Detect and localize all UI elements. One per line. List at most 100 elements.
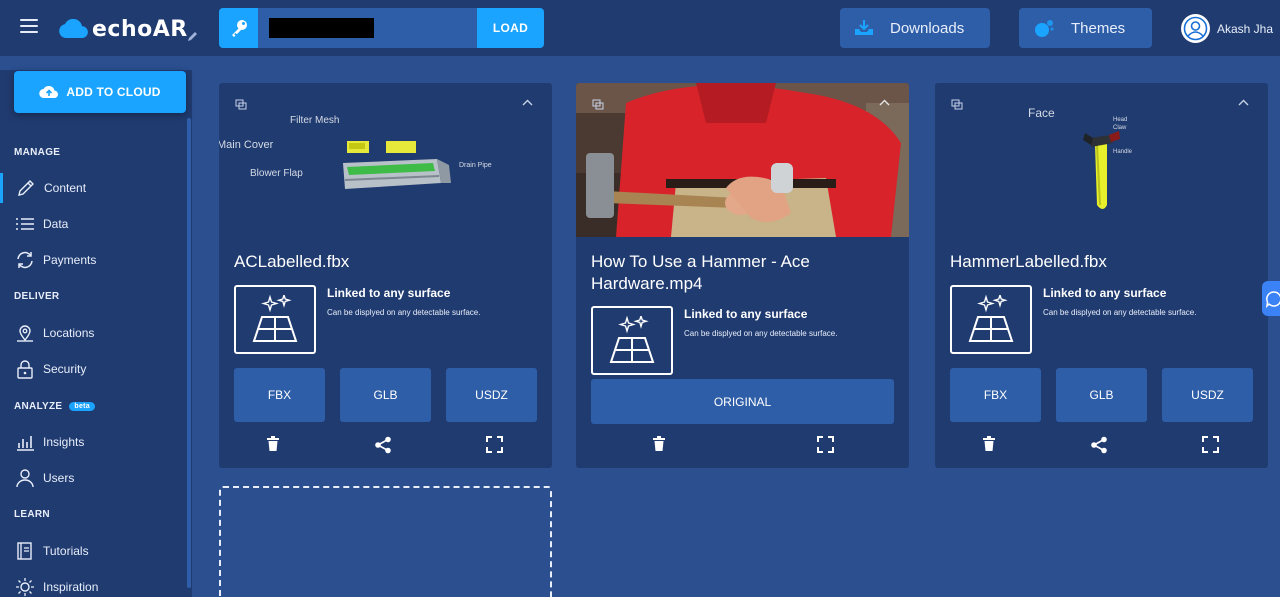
location-pin-icon — [17, 325, 33, 342]
chevron-up-icon[interactable] — [1238, 99, 1249, 107]
surface-title: Linked to any surface — [684, 307, 808, 321]
surface-title: Linked to any surface — [327, 286, 451, 300]
section-deliver: DELIVER — [14, 291, 60, 302]
sidebar-item-label: Tutorials — [43, 544, 89, 558]
ac-model-preview: Filter Mesh Main Cover Blower Flap Drain… — [219, 115, 492, 189]
lock-icon — [17, 360, 33, 379]
glb-button[interactable]: GLB — [340, 368, 431, 422]
original-button[interactable]: ORIGINAL — [591, 379, 894, 424]
chevron-up-icon[interactable] — [522, 99, 533, 107]
usdz-button[interactable]: USDZ — [446, 368, 537, 422]
refresh-cycle-icon — [17, 251, 33, 269]
key-icon — [219, 8, 258, 48]
sidebar-item-inspiration[interactable]: Inspiration — [0, 572, 186, 597]
list-icon — [16, 218, 34, 230]
thumb-label: Handle — [1113, 149, 1133, 155]
downloads-button[interactable]: Downloads — [840, 8, 990, 48]
fbx-button[interactable]: FBX — [234, 368, 325, 422]
sidebar-item-payments[interactable]: Payments — [0, 245, 186, 275]
add-to-cloud-label: ADD TO CLOUD — [66, 85, 161, 99]
surface-description: Can be displyed on any detectable surfac… — [684, 329, 838, 338]
api-key-input[interactable] — [258, 8, 477, 48]
trash-icon[interactable] — [982, 436, 996, 452]
edit-pencil-icon[interactable] — [187, 30, 199, 42]
thumb-label: Face — [1028, 106, 1055, 120]
thumb-label: Claw — [1113, 125, 1127, 131]
load-button[interactable]: LOAD — [477, 8, 544, 48]
sidebar-item-label: Locations — [43, 326, 95, 340]
sidebar-item-users[interactable]: Users — [0, 463, 186, 493]
sidebar-item-data[interactable]: Data — [0, 209, 186, 239]
redacted-key — [269, 18, 374, 38]
upload-dropzone[interactable] — [219, 486, 552, 597]
asset-card: Face Head Claw Handle HammerLabelled.fbx… — [935, 83, 1268, 468]
user-icon — [16, 469, 34, 488]
sidebar-item-insights[interactable]: Insights — [0, 427, 186, 457]
fullscreen-icon[interactable] — [1202, 436, 1219, 453]
beta-badge: beta — [69, 402, 95, 411]
asset-title: HammerLabelled.fbx — [950, 252, 1107, 271]
thumb-label: Drain Pipe — [459, 162, 492, 169]
asset-thumbnail[interactable] — [576, 83, 909, 237]
thumb-label: Blower Flap — [250, 168, 303, 179]
sidebar-item-security[interactable]: Security — [0, 354, 186, 384]
user-name: Akash Jha — [1217, 21, 1274, 36]
avatar-icon — [1181, 14, 1210, 43]
lightbulb-icon — [16, 578, 34, 596]
add-to-cloud-button[interactable]: ADD TO CLOUD — [14, 71, 186, 113]
asset-thumbnail[interactable]: Filter Mesh Main Cover Blower Flap Drain… — [219, 83, 552, 237]
sidebar-item-label: Insights — [43, 435, 85, 449]
book-icon — [17, 542, 32, 560]
sidebar-scrollbar[interactable] — [187, 118, 191, 588]
chevron-up-icon[interactable] — [879, 99, 890, 107]
thumb-label: Main Cover — [219, 139, 274, 151]
themes-button[interactable]: Themes — [1019, 8, 1152, 48]
fullscreen-icon[interactable] — [817, 436, 834, 453]
surface-plane-icon — [591, 306, 673, 375]
sidebar-item-label: Payments — [43, 253, 97, 267]
surface-description: Can be displyed on any detectable surfac… — [1043, 308, 1197, 317]
pencil-icon — [18, 180, 34, 196]
sidebar-item-label: Content — [44, 181, 87, 195]
copy-icon[interactable] — [592, 99, 604, 111]
sidebar-item-content[interactable]: Content — [0, 173, 186, 203]
palette-icon — [1035, 20, 1054, 37]
chat-support-button[interactable] — [1262, 281, 1280, 316]
api-key-field: LOAD — [219, 8, 544, 48]
copy-icon[interactable] — [951, 99, 963, 111]
thumb-label: Filter Mesh — [290, 115, 339, 126]
share-icon[interactable] — [1090, 436, 1108, 454]
sidebar-item-tutorials[interactable]: Tutorials — [0, 536, 186, 566]
menu-icon[interactable] — [20, 19, 38, 33]
section-learn: LEARN — [14, 509, 50, 520]
sidebar-item-label: Inspiration — [43, 580, 99, 594]
section-analyze: ANALYZE beta — [14, 401, 95, 412]
asset-card: How To Use a Hammer - Ace Hardware.mp4 L… — [576, 83, 909, 468]
themes-label: Themes — [1071, 19, 1126, 37]
video-preview — [576, 83, 909, 237]
brand-logo[interactable]: echoAR — [58, 14, 188, 44]
cloud-upload-icon — [39, 86, 59, 99]
sidebar-item-label: Users — [43, 471, 75, 485]
usdz-button[interactable]: USDZ — [1162, 368, 1253, 422]
asset-thumbnail[interactable]: Face Head Claw Handle — [935, 83, 1268, 237]
glb-button[interactable]: GLB — [1056, 368, 1147, 422]
surface-title: Linked to any surface — [1043, 286, 1167, 300]
bar-chart-icon — [17, 436, 34, 451]
trash-icon[interactable] — [652, 436, 666, 452]
sidebar-item-label: Security — [43, 362, 87, 376]
asset-title: How To Use a Hammer - Ace Hardware.mp4 — [591, 252, 810, 293]
chat-bubble-icon — [1265, 290, 1280, 308]
copy-icon[interactable] — [235, 99, 247, 111]
sidebar-item-locations[interactable]: Locations — [0, 318, 186, 348]
brand-name: echoAR — [92, 16, 188, 42]
surface-plane-icon — [950, 285, 1032, 354]
downloads-label: Downloads — [890, 19, 965, 37]
fbx-button[interactable]: FBX — [950, 368, 1041, 422]
trash-icon[interactable] — [266, 436, 280, 452]
user-menu[interactable]: Akash Jha — [1181, 14, 1273, 43]
fullscreen-icon[interactable] — [486, 436, 503, 453]
cloud-logo-icon — [59, 19, 88, 38]
surface-plane-icon — [234, 285, 316, 354]
share-icon[interactable] — [374, 436, 392, 454]
